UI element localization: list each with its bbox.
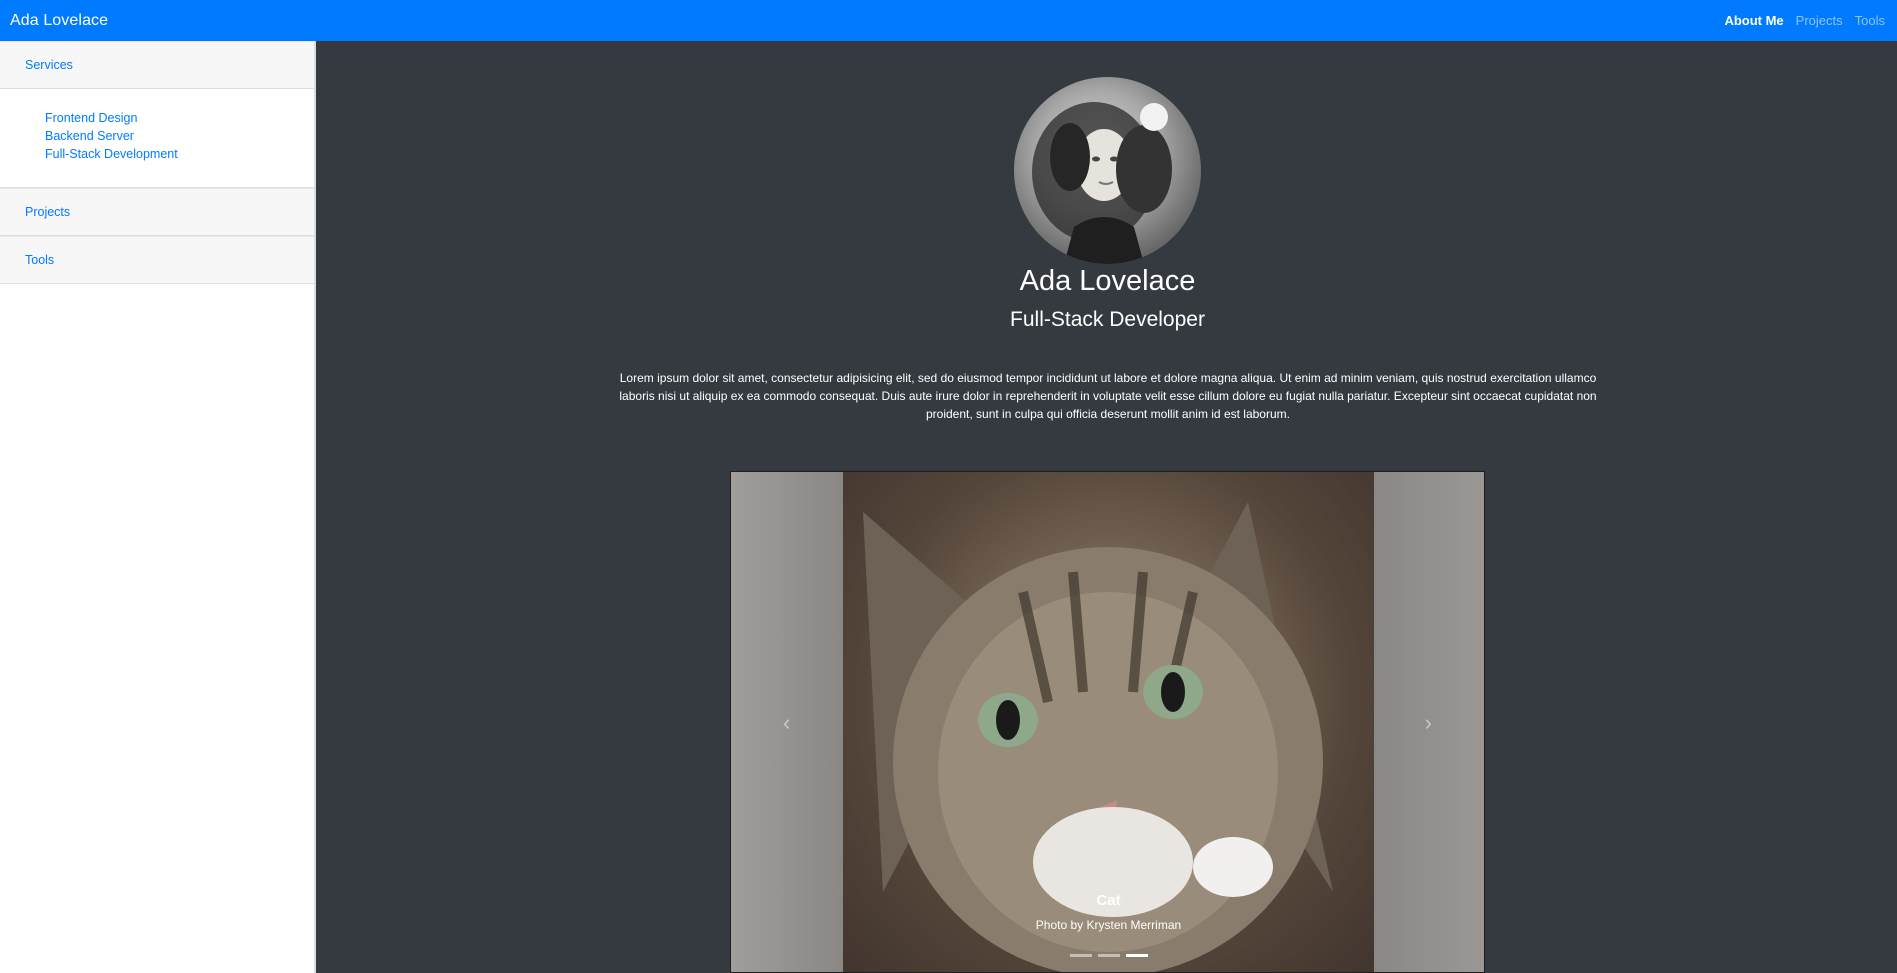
sidebar-section-projects[interactable]: Projects [0,188,314,236]
profile-avatar [1014,77,1201,264]
main-content: Ada Lovelace Full-Stack Developer Lorem … [318,41,1897,973]
sidebar-item-full-stack-development[interactable]: Full-Stack Development [45,145,314,163]
sidebar: Services Frontend Design Backend Server … [0,41,316,973]
profile-title: Full-Stack Developer [1010,308,1205,331]
sidebar-item-frontend-design[interactable]: Frontend Design [45,109,314,127]
profile-name: Ada Lovelace [1019,265,1196,297]
sidebar-section-tools[interactable]: Tools [0,236,314,284]
nav-link-about-me[interactable]: About Me [1724,13,1783,28]
carousel-next-icon[interactable]: › [1425,710,1432,736]
sidebar-section-services[interactable]: Services [0,41,314,89]
carousel-indicators [843,954,1374,957]
sidebar-item-backend-server[interactable]: Backend Server [45,127,314,145]
nav-link-projects[interactable]: Projects [1796,13,1843,28]
navbar-brand[interactable]: Ada Lovelace [10,12,108,30]
photo-carousel: Cat Photo by Krysten Merriman ‹ › [730,471,1485,973]
carousel-indicator-3[interactable] [1125,954,1148,957]
carousel-cat-photo: Cat Photo by Krysten Merriman [843,472,1374,972]
top-navbar: Ada Lovelace About Me Projects Tools [0,0,1897,41]
carousel-caption-subtitle: Photo by Krysten Merriman [1035,918,1182,932]
profile-bio: Lorem ipsum dolor sit amet, consectetur … [619,371,1597,421]
carousel-prev-icon[interactable]: ‹ [783,710,790,736]
navbar-links: About Me Projects Tools [1724,13,1887,28]
carousel-indicator-2[interactable] [1097,954,1120,957]
nav-link-tools[interactable]: Tools [1855,13,1885,28]
sidebar-services-list: Frontend Design Backend Server Full-Stac… [0,89,314,188]
carousel-caption-title: Cat [1096,892,1121,909]
carousel-indicator-1[interactable] [1069,954,1092,957]
